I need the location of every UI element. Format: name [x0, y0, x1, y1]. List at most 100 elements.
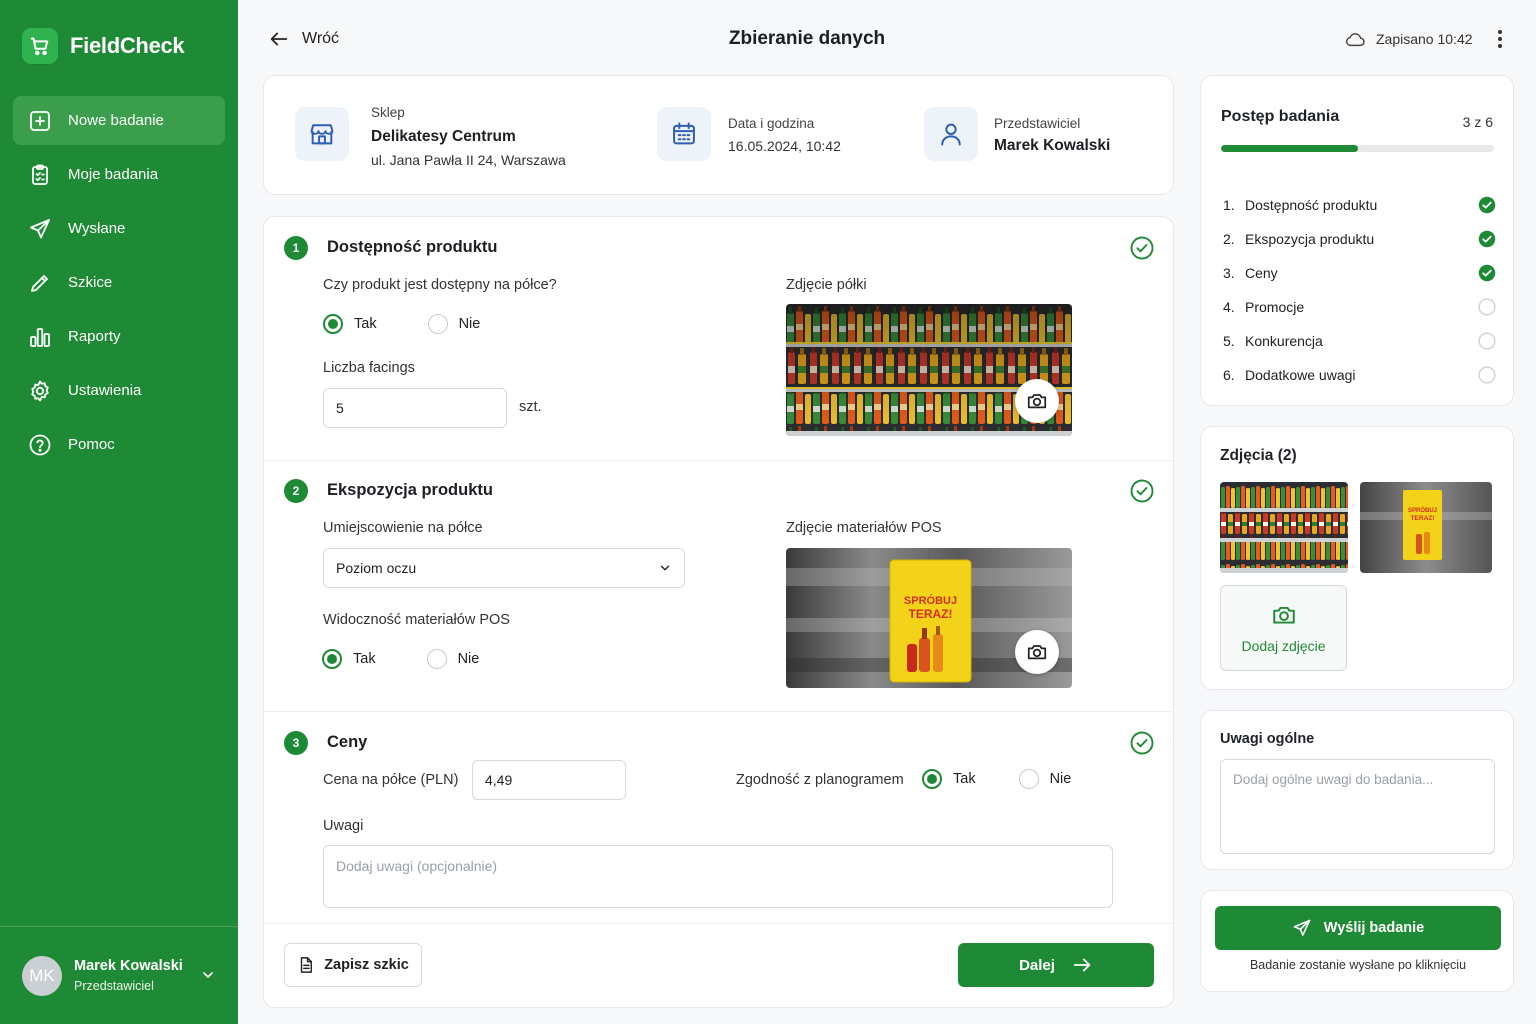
sidebar-item-reports[interactable]: Raporty [13, 312, 225, 361]
add-photo-button[interactable]: Dodaj zdjęcie [1220, 585, 1347, 671]
progress-bar-fill [1221, 145, 1358, 152]
notes-textarea[interactable]: Dodaj uwagi (opcjonalnie) [323, 845, 1113, 908]
sidebar-item-label: Nowe badanie [68, 112, 164, 129]
shelf-photo-label: Zdjęcie półki [786, 277, 867, 293]
progress-step[interactable]: 4. Promocje [1223, 290, 1496, 324]
planogram-radio-group: Tak Nie [922, 769, 1071, 789]
more-menu-icon[interactable] [1494, 28, 1506, 50]
radio-no[interactable] [1018, 769, 1039, 789]
progress-step-number: 3. [1223, 265, 1235, 281]
progress-step-number: 2. [1223, 231, 1235, 247]
sidebar-item-my-surveys[interactable]: Moje badania [13, 150, 225, 199]
user-icon [924, 107, 978, 161]
sidebar-item-label: Pomoc [68, 436, 115, 453]
sidebar-item-label: Moje badania [68, 166, 159, 183]
radio-no-label: Nie [1049, 771, 1072, 787]
progress-step[interactable]: 5. Konkurencja [1223, 324, 1496, 358]
progress-bar [1221, 145, 1494, 152]
notes-label: Uwagi [323, 818, 364, 834]
general-notes-title: Uwagi ogólne [1220, 731, 1315, 747]
pos-visibility-label: Widoczność materiałów POS [323, 612, 510, 628]
empty-circle-icon [1478, 332, 1496, 350]
plus-square-icon [28, 109, 52, 133]
store-name: Delikatesy Centrum [371, 128, 516, 145]
save-status: Zapisano 10:42 [1344, 30, 1473, 48]
brand[interactable]: FieldCheck [22, 28, 185, 64]
app-name: FieldCheck [70, 33, 185, 58]
check-circle-icon [1130, 236, 1154, 260]
submit-survey-button[interactable]: Wyślij badanie [1215, 906, 1501, 950]
progress-step-label: Ceny [1245, 265, 1278, 281]
radio-yes-label: Tak [953, 771, 976, 787]
cloud-icon [1344, 30, 1366, 48]
progress-step[interactable]: 6. Dodatkowe uwagi [1223, 358, 1496, 392]
store-icon [295, 107, 349, 161]
radio-no[interactable] [426, 649, 447, 669]
bar-chart-icon [28, 325, 52, 349]
check-filled-icon [1478, 230, 1496, 248]
sidebar-item-new-survey[interactable]: Nowe badanie [13, 96, 225, 145]
empty-circle-icon [1478, 366, 1496, 384]
check-circle-icon [1130, 479, 1154, 503]
thumb-sign-line2: TERAZ! [1411, 515, 1435, 522]
cart-logo-icon [22, 28, 58, 64]
photo-thumbnail-pos[interactable]: SPRÓBUJ TERAZ! [1360, 482, 1492, 573]
radio-no[interactable] [427, 314, 448, 334]
photos-title: Zdjęcia (2) [1220, 447, 1297, 464]
progress-step-label: Dodatkowe uwagi [1245, 367, 1356, 383]
radio-no-label: Nie [458, 316, 481, 332]
progress-step-number: 5. [1223, 333, 1235, 349]
rep-label: Przedstawiciel [994, 116, 1081, 131]
progress-steps-list: 1. Dostępność produktu 2. Ekspozycja produk… [1223, 188, 1496, 392]
step-number-badge: 3 [284, 731, 308, 755]
progress-step[interactable]: 1. Dostępność produktu [1223, 188, 1496, 222]
sidebar-item-drafts[interactable]: Szkice [13, 258, 225, 307]
section-divider [264, 711, 1173, 712]
radio-yes-label: Tak [353, 651, 376, 667]
price-input[interactable]: 4,49 [472, 760, 626, 800]
pencil-icon [28, 271, 52, 295]
section-title: Ekspozycja produktu [327, 481, 493, 499]
user-menu[interactable]: MK Marek Kowalski Przedstawiciel [0, 926, 238, 1024]
radio-yes[interactable] [322, 649, 342, 669]
radio-no-label: Nie [457, 651, 480, 667]
progress-step[interactable]: 2. Ekspozycja produktu [1223, 222, 1496, 256]
submit-survey-label: Wyślij badanie [1323, 920, 1425, 936]
back-button[interactable]: Wróć [268, 28, 339, 50]
save-status-text: Zapisano 10:42 [1376, 31, 1473, 47]
save-draft-label: Zapisz szkic [324, 957, 409, 973]
radio-yes-label: Tak [354, 316, 377, 332]
next-button[interactable]: Dalej [958, 943, 1154, 987]
rep-name: Marek Kowalski [994, 137, 1111, 154]
camera-icon[interactable] [1015, 630, 1059, 674]
add-photo-label: Dodaj zdjęcie [1241, 638, 1326, 654]
check-filled-icon [1478, 196, 1496, 214]
shelf-photo[interactable] [786, 304, 1072, 436]
radio-yes[interactable] [323, 314, 343, 334]
placement-select[interactable]: Poziom oczu [323, 548, 685, 588]
section-divider [264, 923, 1173, 924]
document-icon [297, 956, 315, 974]
user-name: Marek Kowalski [74, 958, 183, 974]
pos-photo[interactable]: SPRÓBUJ TERAZ! [786, 548, 1072, 688]
sidebar-item-settings[interactable]: Ustawienia [13, 366, 225, 415]
sidebar-item-label: Ustawienia [68, 382, 142, 399]
chevron-down-icon [658, 561, 672, 575]
radio-yes[interactable] [922, 769, 942, 789]
camera-icon[interactable] [1015, 379, 1059, 423]
save-draft-button[interactable]: Zapisz szkic [284, 943, 422, 987]
chevron-down-icon[interactable] [200, 967, 216, 983]
section-title: Ceny [327, 733, 368, 751]
pos-sign-line2: TERAZ! [909, 607, 953, 621]
sidebar-item-label: Szkice [68, 274, 113, 291]
help-circle-icon [28, 433, 52, 457]
photo-thumbnail-shelf[interactable] [1220, 482, 1348, 573]
sidebar-item-sent[interactable]: Wysłane [13, 204, 225, 253]
arrow-right-icon [1071, 954, 1093, 976]
progress-step-number: 1. [1223, 197, 1235, 213]
sidebar-item-help[interactable]: Pomoc [13, 420, 225, 469]
progress-card: Postęp badania 3 z 6 1. Dostępność produk… [1200, 75, 1514, 406]
facings-input[interactable]: 5 [323, 388, 507, 428]
general-notes-textarea[interactable]: Dodaj ogólne uwagi do badania... [1220, 759, 1495, 854]
progress-step[interactable]: 3. Ceny [1223, 256, 1496, 290]
